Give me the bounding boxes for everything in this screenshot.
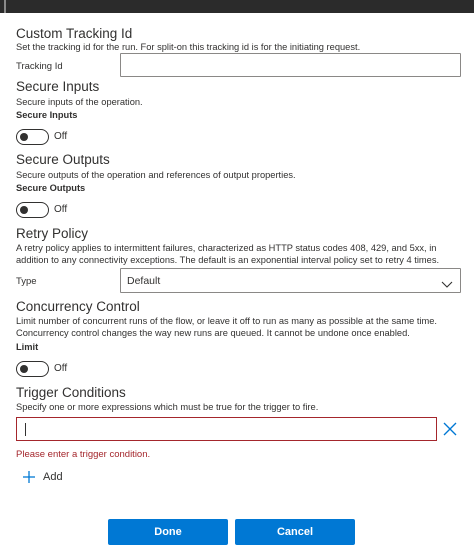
secure-inputs-label: Secure Inputs [16,110,78,120]
secure-outputs-description: Secure outputs of the operation and refe… [16,170,296,180]
custom-tracking-description: Set the tracking id for the run. For spl… [16,42,361,52]
trigger-conditions-heading: Trigger Conditions [16,385,126,400]
text-caret [25,423,26,436]
tracking-id-label: Tracking Id [16,61,63,72]
secure-inputs-toggle[interactable] [16,129,49,145]
add-condition-button[interactable]: Add [22,470,63,484]
retry-policy-description: A retry policy applies to intermittent f… [16,243,440,265]
trigger-condition-input[interactable] [16,417,437,441]
toggle-knob [20,365,28,373]
concurrency-limit-toggle[interactable] [16,361,49,377]
tracking-id-input[interactable] [120,53,461,77]
custom-tracking-heading: Custom Tracking Id [16,26,133,41]
retry-type-label: Type [16,276,37,287]
window-edge [4,0,6,13]
toggle-knob [20,206,28,214]
secure-inputs-toggle-state: Off [54,131,68,142]
secure-outputs-label: Secure Outputs [16,183,86,193]
toggle-knob [20,133,28,141]
settings-panel: Custom Tracking Id Set the tracking id f… [0,13,474,552]
retry-type-value: Default [127,275,161,287]
concurrency-toggle-state: Off [54,363,68,374]
retry-type-select[interactable]: Default [120,268,461,293]
concurrency-limit-label: Limit [16,342,39,352]
cancel-button[interactable]: Cancel [235,519,355,545]
secure-inputs-heading: Secure Inputs [16,79,100,94]
done-button[interactable]: Done [108,519,228,545]
secure-outputs-toggle[interactable] [16,202,49,218]
chevron-down-icon [441,276,453,294]
secure-outputs-toggle-state: Off [54,204,68,215]
retry-policy-heading: Retry Policy [16,226,89,241]
secure-outputs-heading: Secure Outputs [16,152,110,167]
concurrency-heading: Concurrency Control [16,299,140,314]
add-condition-label: Add [43,471,63,483]
close-icon[interactable] [442,421,458,442]
trigger-condition-error: Please enter a trigger condition. [16,449,151,460]
concurrency-description: Limit number of concurrent runs of the f… [16,316,437,338]
window-top-bar [0,0,474,13]
secure-inputs-description: Secure inputs of the operation. [16,97,143,107]
trigger-conditions-description: Specify one or more expressions which mu… [16,402,319,412]
plus-icon [22,470,36,484]
